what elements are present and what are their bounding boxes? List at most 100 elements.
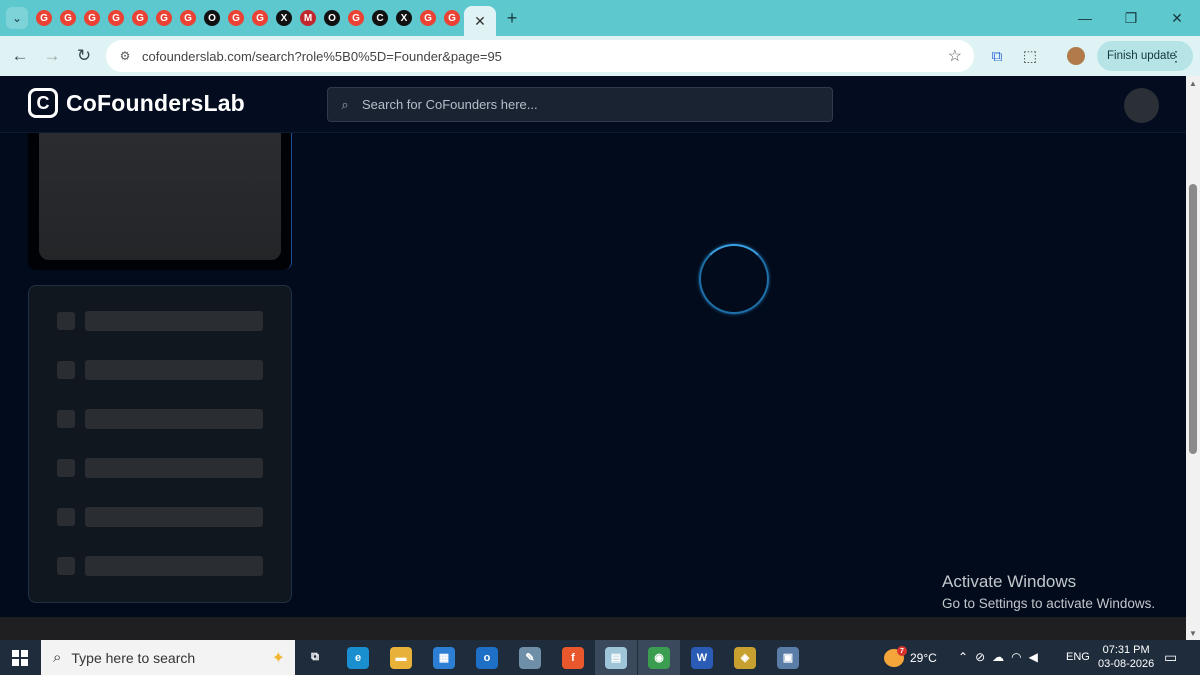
language-indicator[interactable]: ENG <box>1066 651 1090 663</box>
browser-tab[interactable]: G <box>104 0 128 36</box>
filter-row-skeleton <box>57 409 264 429</box>
close-tab-icon[interactable]: ✕ <box>474 13 486 30</box>
profile-card-skeleton <box>28 133 292 270</box>
tab-favicon-icon: X <box>396 10 412 26</box>
browser-tab[interactable]: X <box>272 0 296 36</box>
firefox-icon: f <box>562 646 584 669</box>
cofounder-search-input[interactable] <box>360 96 820 113</box>
tab-favicon-icon: C <box>372 10 388 26</box>
tab-search-chevron-icon[interactable]: ⌄ <box>6 7 28 29</box>
browser-tab[interactable]: G <box>344 0 368 36</box>
filter-row-skeleton <box>57 360 264 380</box>
translate-icon[interactable]: ⧉ <box>981 40 1013 72</box>
windows-taskbar: ⌕ Type here to search ✦ ⧉ e ▬ ▦ o ✎ f ▤ ◉ W ◈ ▣ 7 2… <box>0 640 1200 675</box>
cofounderslab-logo[interactable]: C CoFoundersLab <box>28 88 245 118</box>
taskbar-app-task-view[interactable]: ⧉ <box>294 640 336 675</box>
browser-toolbar: ← → ↻ ⚙ cofounderslab.com/search?role%5B… <box>0 36 1200 76</box>
taskbar-app-firefox[interactable]: f <box>552 640 594 675</box>
user-avatar[interactable] <box>1124 88 1159 123</box>
chevron-up-icon[interactable]: ⌃ <box>958 650 975 664</box>
minimize-icon[interactable]: — <box>1062 0 1108 36</box>
tab-favicon-icon: O <box>324 10 340 26</box>
tab-favicon-icon: G <box>252 10 268 26</box>
checkbox-skeleton <box>57 312 75 330</box>
browser-tab[interactable]: G <box>224 0 248 36</box>
tab-favicon-icon: G <box>156 10 172 26</box>
finish-update-label: Finish update <box>1107 50 1177 62</box>
scroll-down-arrow-icon[interactable]: ▼ <box>1186 626 1200 640</box>
tray-icons[interactable]: ⌃⊘☁◠◀ <box>958 650 1045 664</box>
tab-favicon-icon: G <box>60 10 76 26</box>
taskbar-app-word[interactable]: W <box>681 640 723 675</box>
task-view-icon: ⧉ <box>304 646 326 669</box>
restore-icon[interactable]: ❐ <box>1108 0 1154 36</box>
tab-favicon-icon: G <box>36 10 52 26</box>
logo-text: CoFoundersLab <box>66 89 245 116</box>
start-button[interactable] <box>0 640 40 675</box>
active-tab[interactable]: ✕ <box>464 6 496 36</box>
taskbar-app-vpn[interactable]: ◈ <box>724 640 766 675</box>
tab-favicon-icon: G <box>132 10 148 26</box>
clock[interactable]: 07:31 PM 03-08-2026 <box>1098 643 1154 671</box>
browser-tab[interactable]: O <box>320 0 344 36</box>
taskbar-app-outlook[interactable]: o <box>466 640 508 675</box>
browser-tab[interactable]: G <box>248 0 272 36</box>
taskbar-search-box[interactable]: ⌕ Type here to search ✦ <box>41 640 295 675</box>
browser-tab[interactable]: G <box>128 0 152 36</box>
cofounder-search-bar[interactable]: ⌕ <box>327 87 833 122</box>
network-off-icon[interactable]: ⊘ <box>975 650 992 664</box>
browser-tab[interactable]: G <box>416 0 440 36</box>
url-text[interactable]: cofounderslab.com/search?role%5B0%5D=Fou… <box>142 49 502 64</box>
checkbox-skeleton <box>57 410 75 428</box>
taskbar-app-chrome[interactable]: ◉ <box>638 640 680 675</box>
browser-tab[interactable]: C <box>368 0 392 36</box>
browser-tab[interactable]: G <box>32 0 56 36</box>
wifi-icon[interactable]: ◠ <box>1011 650 1028 664</box>
weather-widget[interactable]: 7 29°C <box>884 646 937 667</box>
browser-tab[interactable]: G <box>440 0 464 36</box>
label-skeleton <box>85 556 263 576</box>
browser-tab[interactable]: G <box>80 0 104 36</box>
browser-tab[interactable]: G <box>56 0 80 36</box>
search-icon: ⌕ <box>341 96 349 112</box>
label-skeleton <box>85 360 263 380</box>
bookmark-star-icon[interactable]: ☆ <box>948 46 962 66</box>
browser-tab[interactable]: G <box>152 0 176 36</box>
notification-icon[interactable]: ▭ <box>1164 649 1177 666</box>
browser-tab[interactable]: G <box>176 0 200 36</box>
scrollbar-thumb[interactable] <box>1189 184 1197 454</box>
browser-tab[interactable]: X <box>392 0 416 36</box>
notes-icon: ▤ <box>605 646 627 669</box>
taskbar-app-remote[interactable]: ▣ <box>767 640 809 675</box>
extensions-puzzle-icon[interactable]: ⬚ <box>1014 40 1046 72</box>
label-skeleton <box>85 409 263 429</box>
taskbar-app-edge[interactable]: e <box>337 640 379 675</box>
close-window-icon[interactable]: ✕ <box>1154 0 1200 36</box>
system-tray: 7 29°C ⌃⊘☁◠◀ ENG 07:31 PM 03-08-2026 ▭ <box>880 640 1200 675</box>
new-tab-button[interactable]: + <box>500 6 524 30</box>
more-menu-icon[interactable]: ⋮ <box>1169 48 1183 65</box>
store-icon: ▦ <box>433 646 455 669</box>
site-info-icon[interactable]: ⚙ <box>114 45 136 67</box>
reload-icon[interactable]: ↻ <box>68 40 100 72</box>
browser-tab[interactable]: M <box>296 0 320 36</box>
scroll-up-arrow-icon[interactable]: ▲ <box>1186 76 1200 90</box>
taskbar-app-notes[interactable]: ▤ <box>595 640 637 675</box>
forward-arrow-icon[interactable]: → <box>36 40 68 72</box>
finish-update-button[interactable]: Finish update ⋮ <box>1097 41 1193 71</box>
browser-tab-strip: ⌄ GGGGGGGOGGXMOGCXGG ✕ + — ❐ ✕ <box>0 0 1200 36</box>
tab-favicon-icon: O <box>204 10 220 26</box>
speaker-icon[interactable]: ◀ <box>1029 650 1045 664</box>
cloud-icon[interactable]: ☁ <box>992 650 1011 664</box>
taskbar-search-placeholder: Type here to search <box>71 649 196 666</box>
address-bar[interactable]: ⚙ cofounderslab.com/search?role%5B0%5D=F… <box>106 40 974 72</box>
site-header: C CoFoundersLab ⌕ <box>0 76 1186 133</box>
taskbar-app-file-explorer[interactable]: ▬ <box>380 640 422 675</box>
taskbar-app-paint[interactable]: ✎ <box>509 640 551 675</box>
taskbar-app-store[interactable]: ▦ <box>423 640 465 675</box>
browser-tab[interactable]: O <box>200 0 224 36</box>
tab-favicon-icon: G <box>420 10 436 26</box>
profile-avatar-icon[interactable] <box>1060 40 1092 72</box>
page-scrollbar[interactable]: ▲ ▼ <box>1186 76 1200 640</box>
back-arrow-icon[interactable]: ← <box>4 40 36 72</box>
